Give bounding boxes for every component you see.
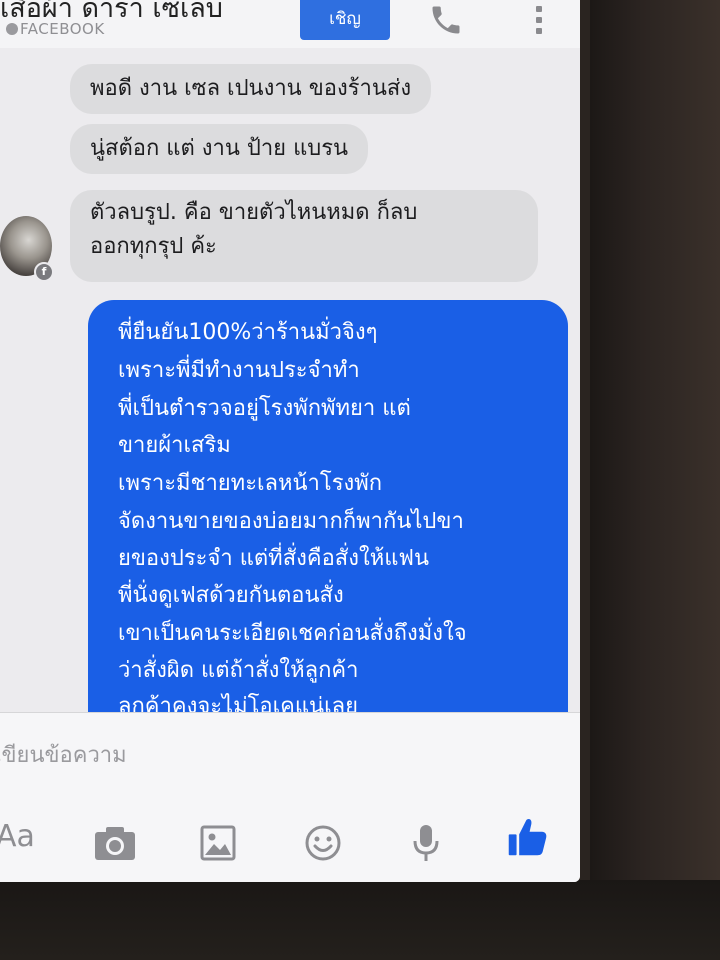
sent-message-line: พี่นั่งดูเฟสด้วยกันตอนสั่ง bbox=[118, 583, 344, 608]
received-message[interactable]: พอดี งาน เซล เปนงาน ของร้านส่ง bbox=[70, 64, 432, 114]
sent-message-line: ขายผ้าเสริม bbox=[118, 433, 231, 458]
phone-icon[interactable] bbox=[428, 2, 464, 38]
sent-message[interactable]: พี่ยืนยัน100%ว่าร้านมั่วจิงๆ เพราะพี่มีท… bbox=[88, 300, 568, 730]
emoji-icon[interactable] bbox=[304, 823, 342, 863]
text-format-button[interactable]: Aa bbox=[0, 819, 35, 859]
received-message-line: ออกทุกรุป ค้ะ bbox=[90, 234, 217, 259]
sent-message-line: พี่เป็นตำรวจอยู่โรงพักพัทยา แต่ bbox=[118, 396, 411, 421]
device-bezel-bottom bbox=[0, 880, 720, 960]
thumbs-up-icon[interactable] bbox=[504, 817, 550, 857]
sent-message-line: ว่าสั่งผิด แต่ถ้าสั่งให้ลูกค้า bbox=[118, 658, 359, 683]
sent-message-line: พี่ยืนยัน100%ว่าร้านมั่วจิงๆ bbox=[118, 320, 378, 345]
message-input[interactable]: เขียนข้อความ bbox=[0, 737, 127, 772]
facebook-icon bbox=[6, 23, 18, 35]
facebook-badge-icon: f bbox=[34, 262, 54, 282]
message-composer: เขียนข้อความ Aa bbox=[0, 712, 580, 882]
sent-message-line: เขาเป็นคนระเอียดเชคก่อนสั่งถึงมั่งใจ bbox=[118, 621, 467, 646]
invite-button[interactable]: เชิญ bbox=[300, 0, 390, 40]
received-message-multiline[interactable]: ตัวลบรูป. คือ ขายตัวไหนหมด ก็ลบ ออกทุกรุ… bbox=[70, 190, 538, 282]
conversation-header: เสื้อผ้า ดารา เซเลบ FACEBOOK เชิญ bbox=[0, 0, 580, 48]
device-bezel-right bbox=[590, 0, 720, 960]
sent-message-line: จัดงานขายของบ่อยมากก็พากันไปขา bbox=[118, 509, 464, 534]
microphone-icon[interactable] bbox=[412, 823, 440, 863]
image-icon[interactable] bbox=[200, 823, 236, 863]
sent-message-line: เพราะมีชายทะเลหน้าโรงพัก bbox=[118, 471, 383, 496]
sent-message-line: เพราะพี่มีทำงานประจำทำ bbox=[118, 358, 360, 383]
conversation-source: FACEBOOK bbox=[6, 20, 105, 38]
more-vertical-icon[interactable] bbox=[534, 6, 544, 40]
received-message-line: ตัวลบรูป. คือ ขายตัวไหนหมด ก็ลบ bbox=[90, 200, 418, 225]
source-label: FACEBOOK bbox=[20, 20, 105, 38]
sent-message-line: ยของประจำ แต่ที่สั่งคือสั่งให้แฟน bbox=[118, 546, 429, 571]
camera-icon[interactable] bbox=[94, 823, 136, 863]
phone-screen: เสื้อผ้า ดารา เซเลบ FACEBOOK เชิญ พอดี ง… bbox=[0, 0, 580, 882]
received-message[interactable]: นู่สต้อก แต่ งาน ป้าย แบรน bbox=[70, 124, 369, 174]
